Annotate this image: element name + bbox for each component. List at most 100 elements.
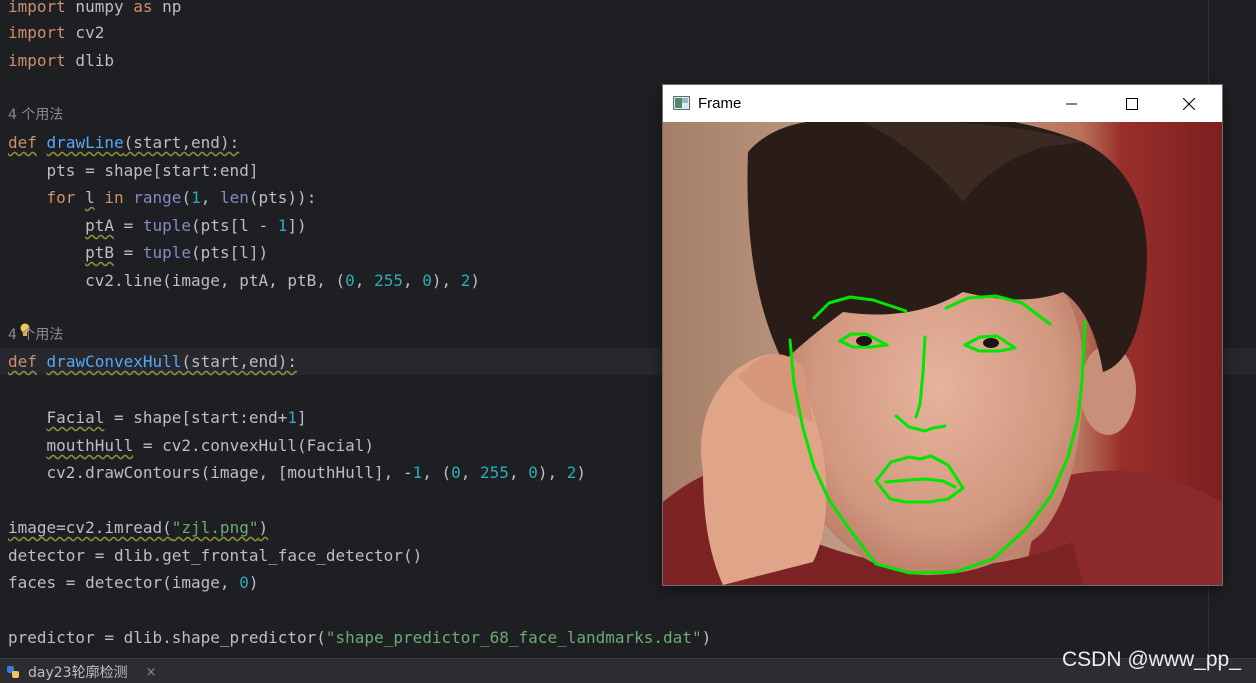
- window-title: Frame: [698, 95, 742, 112]
- face-photo: [663, 122, 1222, 585]
- code-token: import: [8, 0, 66, 16]
- python-file-icon: [7, 666, 19, 678]
- usage-hint[interactable]: 4 个用法: [8, 102, 63, 129]
- usage-hint[interactable]: 4 个用法: [8, 322, 63, 349]
- code-token: ),: [431, 271, 461, 290]
- code-line: predictor = dlib.shape_predictor("shape_…: [8, 624, 711, 651]
- code-token: tuple: [142, 216, 192, 235]
- code-token: 1: [412, 463, 423, 482]
- minimize-button[interactable]: [1049, 85, 1095, 122]
- code-token: import: [8, 51, 66, 70]
- code-token: "zjl.png": [171, 518, 259, 537]
- code-line: detector = dlib.get_frontal_face_detecto…: [8, 542, 422, 569]
- code-token: len: [219, 188, 249, 207]
- code-token: (pts)):: [248, 188, 317, 207]
- code-token: , (: [422, 463, 452, 482]
- minimize-icon: [1066, 103, 1077, 104]
- code-line: faces = detector(image, 0): [8, 569, 258, 596]
- code-token: 0: [451, 463, 461, 482]
- code-token: "shape_predictor_68_face_landmarks.dat": [325, 628, 702, 647]
- code-line: ptB = tuple(pts[l]): [8, 239, 268, 266]
- code-token: 1: [287, 408, 297, 427]
- close-button[interactable]: [1166, 85, 1212, 122]
- code-token: for: [46, 188, 76, 207]
- code-token: (pts[l]): [191, 243, 269, 262]
- frame-window: Frame: [663, 85, 1222, 585]
- code-line: mouthHull = cv2.convexHull(Facial): [8, 432, 375, 459]
- code-token: in: [104, 188, 124, 207]
- code-token: tuple: [142, 243, 192, 262]
- code-token: 255: [480, 463, 509, 482]
- code-line: import dlib: [8, 47, 114, 74]
- maximize-icon: [1126, 97, 1138, 110]
- code-line: Facial = shape[start:end+1]: [8, 404, 307, 431]
- code-token: image=cv2.imread(: [8, 518, 172, 537]
- code-token: ): [258, 518, 269, 537]
- code-line: ptA = tuple(pts[l - 1]): [8, 212, 307, 239]
- close-icon: [1183, 97, 1195, 110]
- code-token: 255: [374, 271, 403, 290]
- code-token: detector = dlib.get_frontal_face_detecto…: [8, 546, 423, 565]
- code-token: drawLine: [46, 133, 124, 152]
- code-token: Facial: [46, 408, 105, 427]
- code-token: ,: [508, 463, 529, 482]
- code-line: image=cv2.imread("zjl.png"): [8, 514, 268, 541]
- code-token: ,: [200, 188, 220, 207]
- code-token: = cv2.convexHull(Facial): [133, 436, 375, 455]
- code-token: (pts[l -: [191, 216, 278, 235]
- code-token: 1: [191, 188, 201, 207]
- code-token: pts = shape[start:end]: [8, 161, 259, 180]
- code-token: = shape[start:end+: [104, 408, 288, 427]
- code-token: import: [8, 23, 66, 42]
- code-token: ): [701, 628, 712, 647]
- code-token: cv2.drawContours(image, [mouthHull], -: [8, 463, 413, 482]
- code-token: 2: [460, 271, 471, 290]
- code-token: ,: [460, 463, 481, 482]
- run-tab[interactable]: day23轮廓检测 ×: [6, 661, 156, 683]
- close-icon[interactable]: ×: [146, 665, 157, 680]
- code-token: (start,end):: [181, 352, 297, 371]
- code-token: 0: [528, 463, 538, 482]
- code-token: l: [85, 188, 95, 207]
- code-token: predictor = dlib.shape_predictor(: [8, 628, 326, 647]
- code-token: =: [113, 243, 143, 262]
- code-token: 4 个用法: [8, 327, 64, 343]
- code-line: cv2.drawContours(image, [mouthHull], -1,…: [8, 459, 587, 486]
- opencv-window-icon: [673, 96, 690, 110]
- code-token: (start,end):: [123, 133, 240, 152]
- code-token: cv2.line(image, ptA, ptB, (: [8, 271, 346, 290]
- run-tab-label: day23轮廓检测: [28, 665, 128, 681]
- code-token: (: [181, 188, 192, 207]
- code-line: def drawConvexHull(start,end):: [8, 348, 297, 375]
- code-line: cv2.line(image, ptA, ptB, (0, 255, 0), 2…: [8, 267, 480, 294]
- code-token: def: [8, 352, 37, 371]
- maximize-button[interactable]: [1109, 85, 1155, 122]
- code-token: ]: [297, 408, 307, 427]
- window-titlebar[interactable]: Frame: [663, 85, 1222, 122]
- code-token: ptA: [85, 216, 114, 235]
- code-token: np: [152, 0, 182, 16]
- code-token: ): [576, 463, 587, 482]
- code-token: 0: [422, 271, 432, 290]
- code-token: ): [248, 573, 259, 592]
- face-landmark-image: [663, 122, 1222, 585]
- code-token: range: [133, 188, 182, 207]
- code-token: mouthHull: [46, 436, 134, 455]
- watermark: CSDN @www_pp_: [1062, 648, 1241, 671]
- code-line: import numpy as np: [8, 0, 181, 20]
- code-token: ptB: [85, 243, 114, 262]
- code-token: 1: [277, 216, 288, 235]
- code-token: faces = detector(image,: [8, 573, 240, 592]
- code-token: ): [470, 271, 481, 290]
- code-token: ,: [354, 271, 375, 290]
- code-token: 0: [239, 573, 249, 592]
